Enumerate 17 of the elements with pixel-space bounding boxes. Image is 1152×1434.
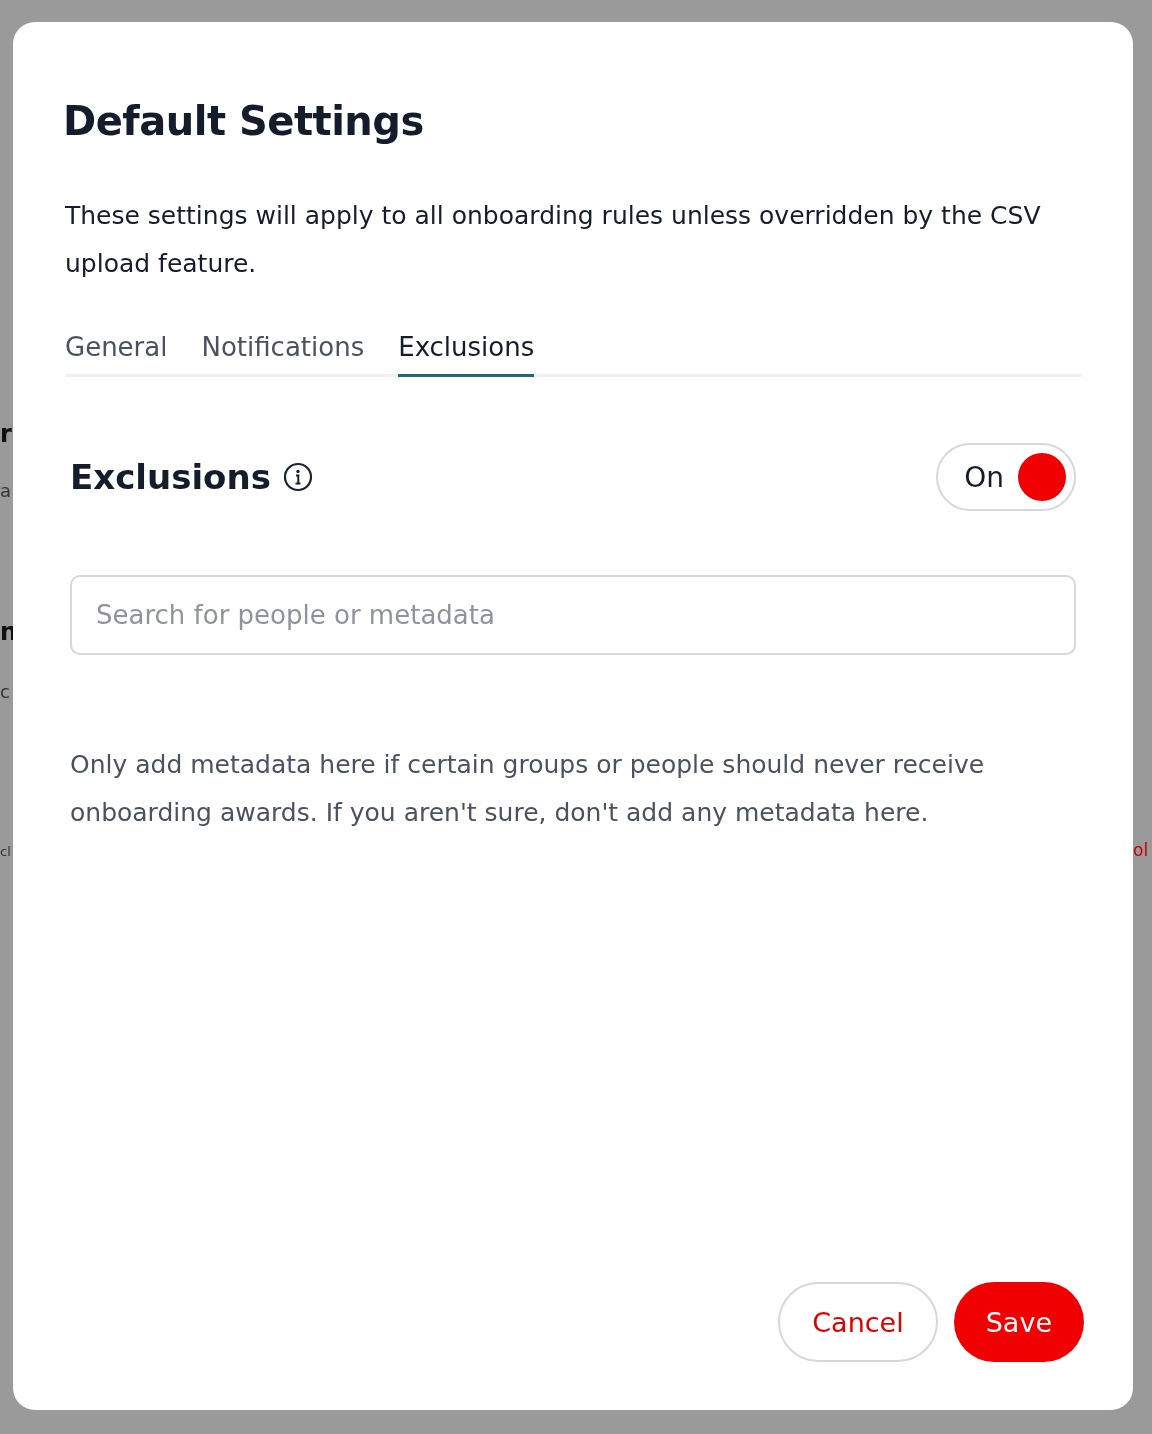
dialog-description: These settings will apply to all onboarding rules unless overridden by the CSV upload feature. [65, 200, 1042, 280]
cancel-button[interactable]: Cancel [778, 1282, 938, 1362]
toggle-switch[interactable]: On [936, 443, 1076, 511]
tab[interactable]: General [65, 332, 168, 377]
info-icon[interactable] [282, 462, 313, 492]
text-fragment: cl [0, 845, 11, 858]
text-fragment: ol [1133, 842, 1149, 859]
tab[interactable]: Notifications [201, 332, 365, 377]
text-fragment: a [0, 482, 12, 500]
save-button[interactable]: Save [953, 1282, 1084, 1362]
section-heading: Exclusions [70, 457, 271, 497]
dialog-title: Default Settings [63, 98, 425, 144]
help-text: Only add metadata here if certain groups or people should never receive onboarding awards. If you aren't sure, don't add any metadata here. [70, 749, 986, 829]
tab[interactable]: Exclusions [398, 332, 535, 377]
text-fragment: r [0, 422, 12, 446]
search-field[interactable]: Search for people or metadata [70, 575, 1076, 655]
text-fragment: c [0, 683, 10, 701]
